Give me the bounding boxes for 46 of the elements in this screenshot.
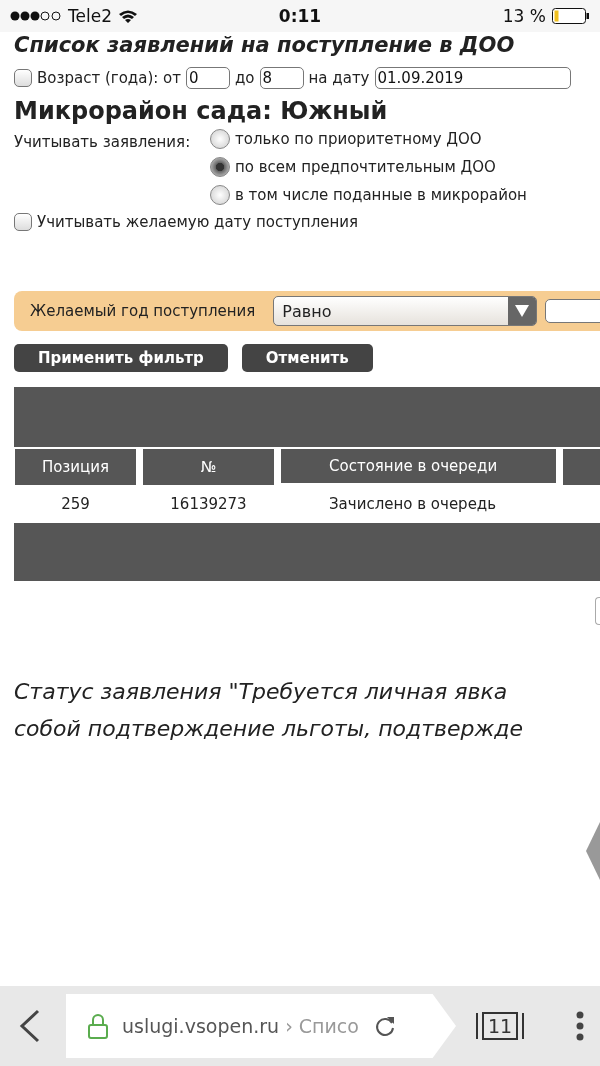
column-header: Позиция [15,447,136,485]
cancel-button[interactable]: Отменить [241,344,373,372]
dropdown-value: Равно [282,301,332,321]
field-label: до [235,69,255,87]
more-icon[interactable] [576,1011,584,1041]
url-domain: uslugi.vsopen.ru [122,1015,280,1037]
note-text: Статус заявления "Требуется личная явка [14,678,509,706]
column-header: Состояние в очереди [281,447,556,483]
field-label: на дату [308,69,370,87]
back-icon[interactable] [18,1009,42,1043]
option-label: только по приоритетному ДОО [235,130,482,148]
radio-button[interactable] [210,129,230,149]
option-label: в том числе поданные в микрорайон [235,186,527,204]
input-field[interactable]: 8 [259,67,304,89]
date-field[interactable]: 01.09.2019 [374,67,571,89]
filter-label: Желаемый год поступления [30,302,256,320]
tabs-button[interactable]: 11 [476,1012,525,1040]
section-heading: Микрорайон сада: Южный [14,97,389,125]
radio-button[interactable] [210,157,230,177]
checkbox-label: Учитывать желаемую дату поступления [37,213,359,231]
caret-icon [515,305,530,317]
dropdown[interactable]: Равно [273,296,538,326]
page-title: Список заявлений на поступление в ДОО [14,33,516,57]
battery-icon [552,8,590,24]
note-text: собой подтверждение льготы, подтвержде [14,715,525,743]
url-path: › Списо [285,1015,359,1037]
tab-count: 11 [482,1012,519,1040]
column-header: № [143,447,274,485]
battery-percent: 13 % [502,6,546,26]
signal-icon [10,11,62,21]
checkbox[interactable] [14,69,32,87]
chevron-tab-icon [586,822,600,880]
input-field[interactable]: 0 [186,67,230,89]
pager-button[interactable] [595,597,600,625]
address-bar[interactable]: uslugi.vsopen.ru › Списо [66,994,456,1058]
apply-filter-button[interactable]: Применить фильтр [14,344,228,372]
lock-icon [88,1013,108,1039]
input-field[interactable] [545,299,600,323]
radio-button[interactable] [210,185,230,205]
checkbox[interactable] [14,213,32,231]
carrier-name: Tele2 [68,6,112,26]
option-label: по всем предпочтительным ДОО [235,158,496,176]
clock-time: 0:11 [278,6,322,26]
field-label: Учитывать заявления: [14,132,192,153]
wifi-icon [117,8,138,24]
field-label: Возраст (года): от [37,69,181,87]
